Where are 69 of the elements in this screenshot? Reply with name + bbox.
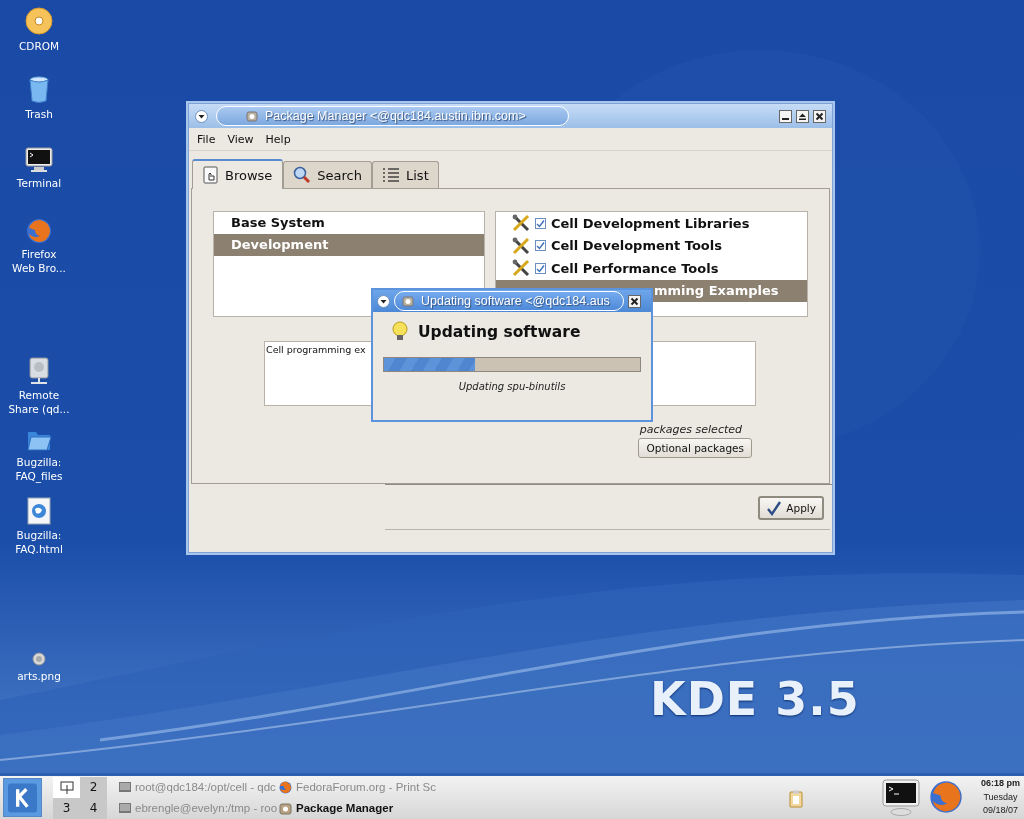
firefox-icon	[279, 780, 292, 794]
clock-date[interactable]: 09/18/07	[982, 804, 1018, 818]
network-drive-icon[interactable]	[29, 357, 49, 385]
checkbox[interactable]	[535, 217, 546, 229]
close-icon[interactable]	[813, 109, 826, 123]
cd-icon[interactable]	[24, 6, 54, 36]
tools-icon	[512, 236, 530, 255]
menu-item[interactable]: View	[227, 132, 254, 146]
close-icon[interactable]	[628, 294, 641, 308]
clock-time[interactable]: 06:18 pm	[980, 777, 1020, 791]
checkbox[interactable]	[535, 262, 546, 274]
tab[interactable]: Browse	[192, 159, 284, 189]
k-menu-button[interactable]	[3, 778, 42, 817]
lightbulb-icon	[392, 321, 408, 343]
speaker-icon[interactable]	[32, 652, 46, 666]
clock-day[interactable]: Tuesday	[983, 790, 1018, 804]
window-menu-icon[interactable]	[195, 109, 208, 123]
terminal-icon	[119, 782, 131, 792]
app-icon	[401, 294, 415, 308]
menu-item[interactable]: File	[197, 132, 216, 146]
dialog-heading: Updating software	[418, 323, 581, 341]
desktop-icon-label[interactable]: arts.png	[17, 669, 61, 683]
firefox-icon[interactable]	[26, 218, 52, 244]
tools-icon	[512, 214, 530, 233]
app-icon	[245, 109, 259, 123]
firefox-icon[interactable]	[929, 780, 963, 814]
apply-button[interactable]: Apply	[758, 496, 824, 520]
kde-logo-text: KDE 3.5	[650, 672, 860, 726]
menu-item[interactable]: Help	[265, 132, 291, 146]
search-icon	[293, 166, 312, 184]
desktop-icon-label[interactable]: Remote Share (qd...	[8, 388, 70, 416]
html-file-icon[interactable]	[27, 497, 51, 525]
window-title: Updating software <@qdc184.aus	[421, 294, 610, 308]
package-name[interactable]: Cell Development Tools	[551, 238, 722, 254]
terminal-icon[interactable]	[882, 779, 920, 817]
desktop-icon-label[interactable]: Bugzilla: FAQ_files	[15, 455, 63, 483]
desktop-pager-cell[interactable]: 2	[80, 776, 107, 798]
desktop-pager-cell[interactable]: 3	[53, 797, 80, 819]
tab[interactable]: List	[372, 161, 439, 188]
group-item[interactable]: Base System	[214, 212, 484, 234]
taskbar-task[interactable]: Package Manager	[279, 797, 439, 819]
checkbox[interactable]	[535, 240, 546, 252]
desktop-pager-cell[interactable]: 4	[80, 797, 107, 819]
clipboard-icon[interactable]	[789, 790, 803, 808]
desktop-icon-label[interactable]: Trash	[25, 107, 53, 121]
desktop-icon-label[interactable]: Terminal	[16, 176, 62, 190]
trash-icon[interactable]	[28, 76, 50, 104]
checkmark-icon	[766, 500, 783, 516]
window-menu-icon[interactable]	[377, 294, 390, 308]
package-name[interactable]: Cell Performance Tools	[551, 260, 719, 276]
maximize-icon[interactable]	[796, 109, 809, 123]
minimize-icon[interactable]	[779, 109, 792, 123]
group-item[interactable]: Development	[214, 234, 484, 256]
list-icon	[382, 167, 400, 183]
window-title: Package Manager <@qdc184.austin.ibm.com>	[265, 109, 526, 123]
optional-packages-button[interactable]: Optional packages	[638, 438, 752, 458]
description-text: Cell programming ex	[266, 344, 366, 355]
tools-icon	[512, 259, 530, 278]
desktop-icon-label[interactable]: Bugzilla: FAQ.html	[15, 528, 63, 556]
terminal-icon	[119, 803, 131, 813]
terminal-icon[interactable]	[25, 147, 53, 173]
desktop-icon-label[interactable]: CDROM	[18, 39, 59, 53]
package-name[interactable]: Cell Development Libraries	[551, 215, 750, 231]
desktop-icon-label[interactable]: Firefox Web Bro...	[12, 247, 66, 275]
app-icon	[279, 801, 292, 815]
selected-count-text: packages selected	[638, 423, 742, 436]
browse-icon	[203, 166, 219, 184]
tab[interactable]: Search	[283, 161, 372, 188]
progress-status: Updating spu-binutils	[457, 381, 567, 392]
